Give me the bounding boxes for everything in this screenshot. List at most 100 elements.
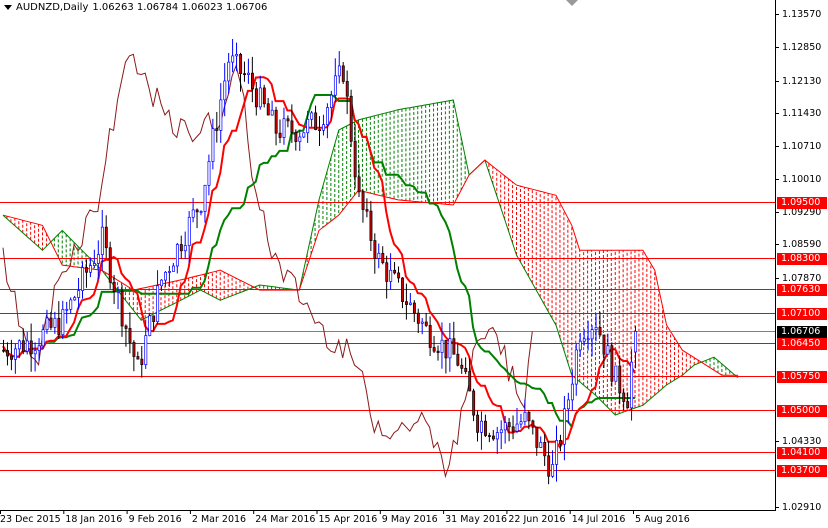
bear-candle — [369, 200, 373, 252]
candle-body — [179, 244, 183, 252]
bear-candle — [464, 357, 468, 375]
bear-candle — [318, 116, 322, 146]
candle-body — [385, 262, 389, 282]
bull-candle — [523, 399, 527, 426]
date-tick-label: 18 Jan 2016 — [65, 514, 123, 525]
candle-body — [432, 347, 436, 352]
candle-body — [594, 327, 598, 330]
date-tick-label: 24 Mar 2016 — [255, 514, 316, 525]
candle-body — [195, 209, 199, 213]
candle-body — [326, 107, 329, 126]
symbol-label: AUDNZD,Daily — [16, 2, 89, 13]
candle-body — [175, 244, 179, 267]
candle-body — [515, 423, 519, 432]
bear-candle — [511, 415, 515, 440]
candle-body — [602, 334, 606, 355]
bull-candle — [614, 365, 618, 382]
candle-body — [598, 327, 602, 336]
date-tick-label: 14 Jul 2016 — [571, 514, 626, 525]
candle-body — [258, 87, 262, 108]
candle-body — [634, 331, 638, 353]
candle-body — [566, 399, 570, 410]
price-chart[interactable] — [0, 0, 828, 528]
candle-body — [606, 345, 610, 355]
candle-body — [531, 420, 535, 428]
candle-body — [614, 365, 618, 382]
candle-body — [223, 80, 227, 101]
level-price-label: 1.03700 — [777, 464, 827, 477]
candle-body — [480, 420, 484, 433]
candle-body — [555, 440, 559, 465]
bull-candle — [33, 342, 37, 372]
bear-candle — [373, 233, 377, 274]
date-tick-label: 31 May 2016 — [445, 514, 508, 525]
bull-candle — [563, 396, 566, 461]
bear-candle — [361, 189, 365, 223]
bear-candle — [405, 283, 408, 320]
bear-candle — [29, 323, 33, 372]
scroll-marker-icon[interactable] — [566, 0, 578, 6]
candle-body — [369, 210, 373, 241]
candle-body — [104, 226, 108, 249]
bear-candle — [128, 312, 132, 354]
candle-body — [519, 421, 523, 425]
candle-body — [476, 414, 480, 433]
bull-candle — [191, 198, 195, 223]
candle-body — [314, 112, 318, 130]
candle-body — [468, 371, 472, 392]
bull-candle — [566, 392, 570, 424]
candle-body — [381, 252, 385, 264]
candle-body — [191, 209, 195, 218]
candle-body — [484, 420, 487, 436]
bear-candle — [251, 56, 254, 103]
bull-candle — [495, 426, 499, 455]
candle-body — [65, 308, 69, 311]
date-tick-label: 9 Feb 2016 — [128, 514, 182, 525]
candle-body — [85, 267, 88, 273]
level-price-label: 1.05000 — [777, 404, 827, 417]
candle-body — [389, 269, 393, 282]
candles — [2, 38, 638, 485]
candle-body — [547, 455, 551, 477]
bull-candle — [298, 129, 302, 152]
date-tick-label: 5 Aug 2016 — [635, 514, 690, 525]
candle-body — [152, 315, 156, 322]
candle-body — [274, 109, 278, 134]
candle-body — [61, 309, 65, 336]
bull-candle — [175, 242, 179, 274]
candle-body — [559, 440, 563, 445]
candle-body — [81, 267, 85, 291]
candle-body — [108, 247, 112, 283]
candle-body — [626, 401, 630, 409]
bull-candle — [172, 262, 175, 272]
level-price-label: 1.06450 — [777, 337, 827, 350]
bear-candle — [436, 345, 440, 361]
bull-candle — [519, 413, 523, 429]
bear-candle — [345, 70, 349, 115]
candle-body — [322, 124, 326, 131]
candle-body — [507, 422, 511, 428]
candle-body — [168, 271, 171, 273]
bull-candle — [203, 184, 207, 223]
candle-body — [243, 73, 246, 76]
candle-body — [37, 345, 41, 351]
bull-candle — [61, 300, 65, 340]
candle-body — [164, 271, 167, 281]
candle-body — [156, 285, 160, 322]
dropdown-triangle-icon[interactable] — [4, 5, 12, 10]
candle-body — [456, 353, 460, 366]
candle-body — [120, 290, 124, 327]
candle-body — [424, 321, 428, 326]
candle-body — [266, 103, 270, 116]
bull-candle — [148, 312, 152, 337]
bear-candle — [365, 198, 369, 218]
candle-body — [460, 364, 464, 369]
candle-body — [578, 340, 582, 351]
candle-body — [199, 211, 203, 213]
bull-candle — [574, 343, 578, 396]
price-tick-label: 1.04330 — [782, 435, 822, 447]
bear-candle — [179, 235, 183, 259]
candle-body — [630, 361, 634, 409]
candle-body — [89, 265, 92, 273]
candle-body — [330, 94, 333, 108]
